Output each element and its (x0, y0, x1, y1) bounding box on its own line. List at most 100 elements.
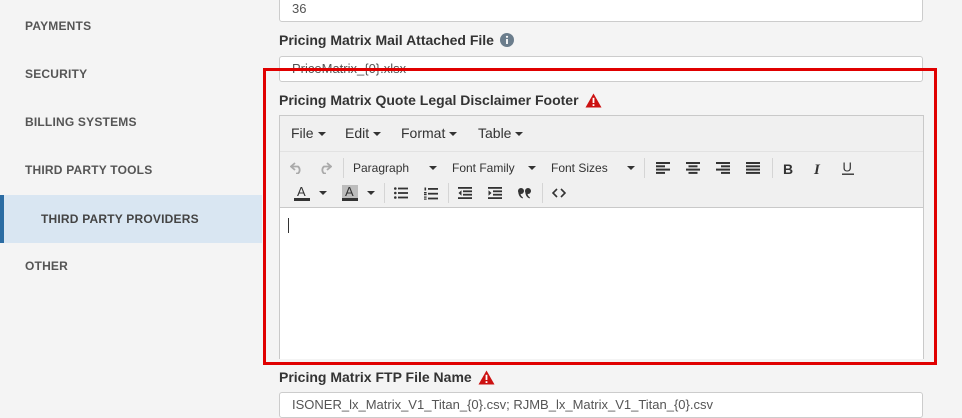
align-left-button[interactable] (652, 156, 674, 180)
warning-triangle-icon (478, 370, 495, 384)
source-code-icon (552, 188, 566, 198)
align-center-icon (686, 162, 700, 174)
rich-text-editor: File Edit Format Table Paragraph Font Fa… (279, 115, 924, 359)
text-color-icon: A (294, 185, 310, 201)
mail-attached-file-input[interactable]: PriceMatrix_{0}.xlsx (279, 56, 923, 82)
sidebar-item-other[interactable]: OTHER (0, 242, 262, 290)
label-text: Pricing Matrix FTP File Name (279, 369, 472, 385)
background-color-dropdown[interactable] (364, 181, 378, 205)
sidebar-item-label: THIRD PARTY TOOLS (25, 163, 153, 177)
sidebar-item-label: BILLING SYSTEMS (25, 115, 137, 129)
paragraph-select[interactable]: Paragraph (353, 156, 437, 180)
text-cursor (288, 218, 289, 233)
sidebar-item-label: PAYMENTS (25, 19, 92, 33)
numbered-list-button[interactable] (420, 181, 442, 205)
undo-button[interactable] (286, 156, 308, 180)
toolbar-separator (448, 183, 449, 203)
ftp-file-name-input[interactable]: ISONER_lx_Matrix_V1_Titan_{0}.csv; RJMB_… (279, 392, 923, 418)
select-label: Font Sizes (551, 161, 608, 175)
caret-down-icon (317, 131, 326, 136)
source-code-button[interactable] (548, 181, 570, 205)
numbered-list-icon (424, 187, 438, 200)
sidebar-item-label: SECURITY (25, 67, 88, 81)
text-color-glyph: A (297, 185, 306, 199)
settings-sidebar: PAYMENTS SECURITY BILLING SYSTEMS THIRD … (0, 0, 262, 402)
caret-down-icon (627, 166, 635, 170)
outdent-icon (458, 187, 472, 199)
bold-button[interactable]: B (777, 156, 799, 180)
sidebar-item-billing-systems[interactable]: BILLING SYSTEMS (0, 98, 262, 146)
redo-icon (321, 162, 332, 174)
caret-down-icon (515, 131, 524, 136)
caret-down-icon (373, 131, 382, 136)
menu-label: File (291, 125, 314, 141)
underline-button[interactable]: U (837, 156, 859, 180)
bold-icon: B (783, 162, 793, 175)
menu-edit[interactable]: Edit (345, 116, 382, 151)
sidebar-item-third-party-tools[interactable]: THIRD PARTY TOOLS (0, 146, 262, 194)
blockquote-button[interactable] (514, 181, 536, 205)
menu-table[interactable]: Table (478, 116, 524, 151)
menu-format[interactable]: Format (401, 116, 458, 151)
sidebar-item-label: OTHER (25, 259, 68, 273)
sidebar-item-third-party-providers[interactable]: THIRD PARTY PROVIDERS (0, 195, 262, 243)
caret-down-icon (319, 191, 327, 195)
align-center-button[interactable] (682, 156, 704, 180)
toolbar-separator (384, 183, 385, 203)
label-text: Pricing Matrix Mail Attached File (279, 32, 494, 48)
menu-label: Table (478, 125, 512, 141)
italic-icon: I (813, 162, 821, 175)
field-value: PriceMatrix_{0}.xlsx (292, 61, 407, 76)
menu-file[interactable]: File (291, 116, 326, 151)
editor-menubar: File Edit Format Table (280, 116, 923, 151)
bullet-list-icon (394, 187, 408, 199)
caret-down-icon (528, 166, 536, 170)
underline-icon: U (842, 161, 854, 175)
indent-icon (488, 187, 502, 199)
font-family-select[interactable]: Font Family (452, 156, 536, 180)
select-label: Font Family (452, 161, 515, 175)
background-color-glyph: A (345, 185, 354, 199)
caret-down-icon (367, 191, 375, 195)
select-label: Paragraph (353, 161, 410, 175)
caret-down-icon (449, 131, 458, 136)
align-justify-icon (746, 162, 760, 174)
bullet-list-button[interactable] (390, 181, 412, 205)
field-value: ISONER_lx_Matrix_V1_Titan_{0}.csv; RJMB_… (292, 397, 713, 412)
mail-attached-file-label: Pricing Matrix Mail Attached File (279, 32, 514, 48)
blockquote-icon (518, 188, 531, 199)
align-left-icon (656, 162, 670, 174)
info-circle-icon[interactable] (499, 33, 514, 47)
svg-text:U: U (843, 161, 852, 175)
toolbar-separator (542, 183, 543, 203)
editor-toolbar: Paragraph Font Family Font Sizes B I U A… (280, 151, 923, 208)
menu-label: Format (401, 125, 446, 141)
toolbar-separator (772, 158, 773, 178)
sidebar-item-security[interactable]: SECURITY (0, 50, 262, 98)
redo-button[interactable] (314, 156, 336, 180)
settings-form: 36 Pricing Matrix Mail Attached File Pri… (262, 0, 962, 418)
svg-text:I: I (813, 162, 821, 175)
svg-text:B: B (783, 162, 793, 175)
sidebar-item-payments[interactable]: PAYMENTS (0, 2, 262, 50)
indent-button[interactable] (484, 181, 506, 205)
warning-triangle-icon (585, 93, 602, 107)
field-value: 36 (292, 1, 307, 16)
ftp-file-name-label: Pricing Matrix FTP File Name (279, 369, 495, 385)
numeric-field[interactable]: 36 (279, 0, 923, 22)
undo-icon (290, 162, 301, 174)
caret-down-icon (429, 166, 437, 170)
sidebar-item-label: THIRD PARTY PROVIDERS (41, 212, 199, 226)
italic-button[interactable]: I (807, 156, 829, 180)
text-color-button[interactable]: A (290, 181, 314, 205)
background-color-button[interactable]: A (338, 181, 362, 205)
toolbar-separator (644, 158, 645, 178)
toolbar-separator (343, 158, 344, 178)
font-sizes-select[interactable]: Font Sizes (551, 156, 635, 180)
align-right-icon (716, 162, 730, 174)
outdent-button[interactable] (454, 181, 476, 205)
align-justify-button[interactable] (742, 156, 764, 180)
text-color-dropdown[interactable] (316, 181, 330, 205)
align-right-button[interactable] (712, 156, 734, 180)
editor-content-area[interactable] (280, 207, 923, 359)
